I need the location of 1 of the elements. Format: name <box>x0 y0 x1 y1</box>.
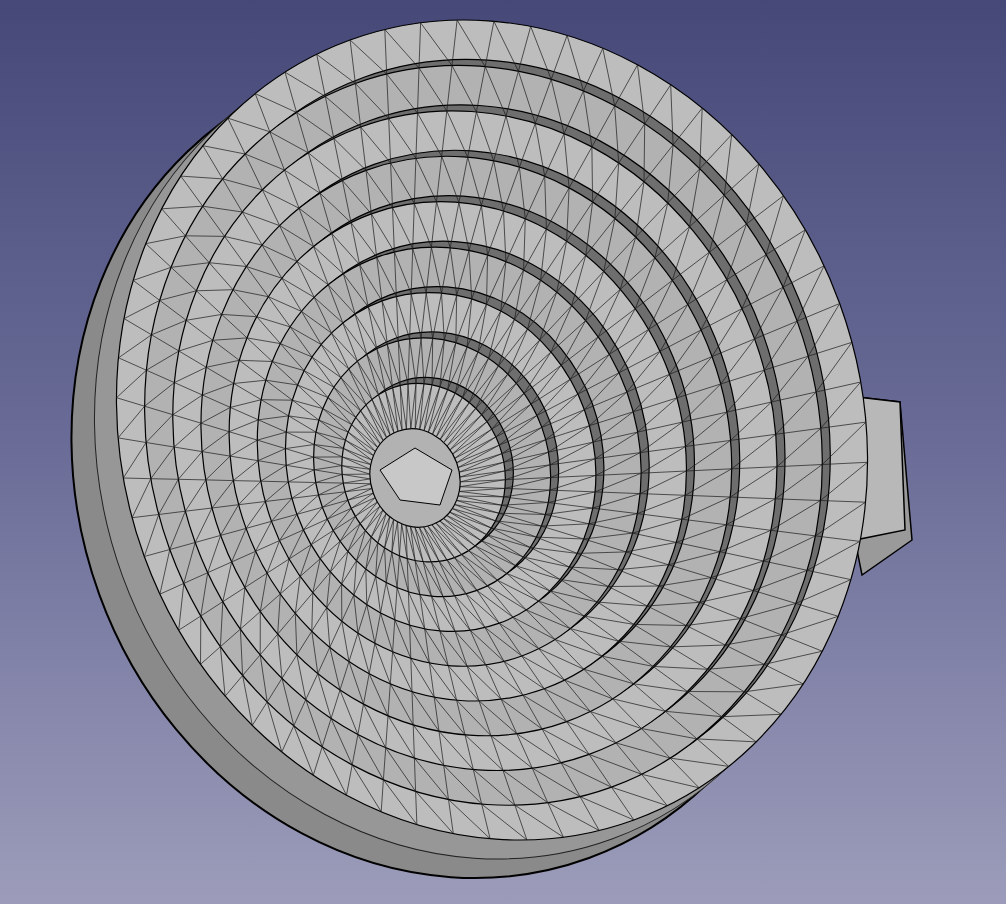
3d-viewport[interactable] <box>0 0 1006 904</box>
